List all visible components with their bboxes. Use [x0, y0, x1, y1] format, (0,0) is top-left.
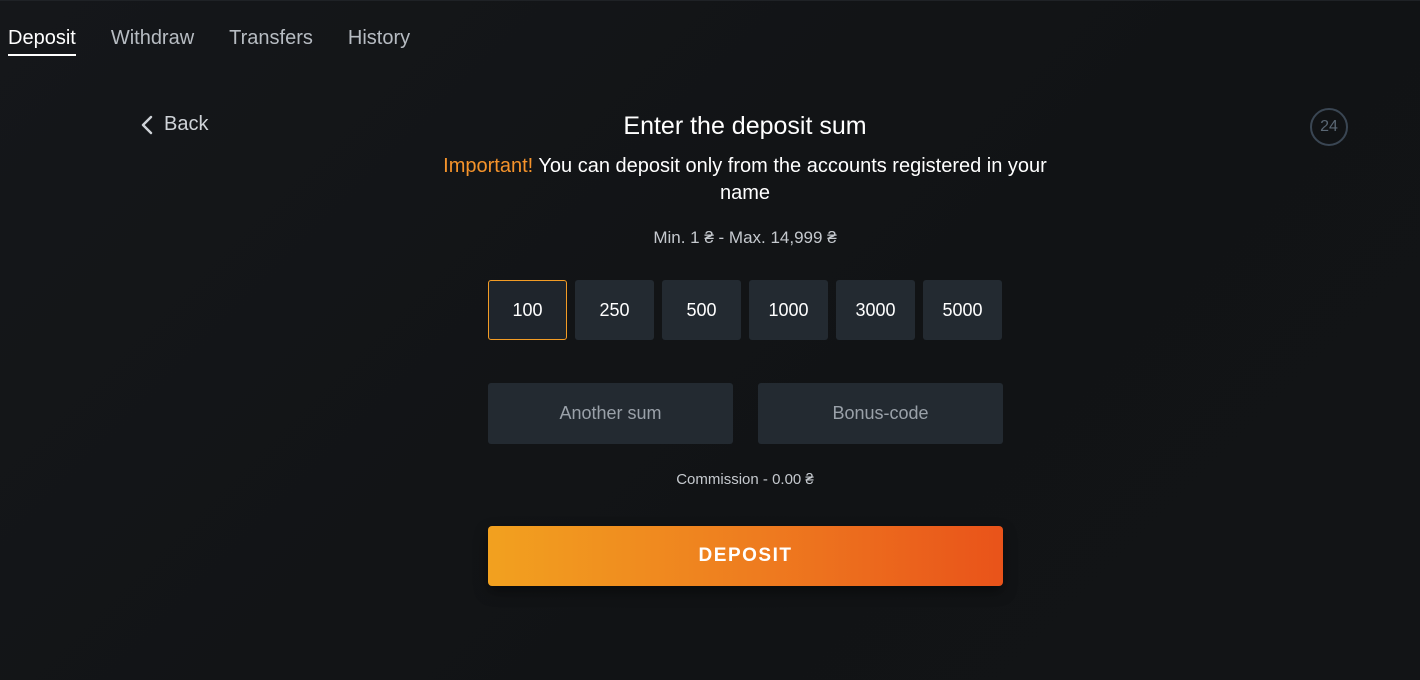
tab-history[interactable]: History: [348, 24, 410, 56]
commission-text: Commission - 0.00 ₴: [676, 471, 814, 488]
deposit-fields: [488, 383, 1003, 444]
deposit-limits: Min. 1 ₴ - Max. 14,999 ₴: [653, 228, 837, 247]
notice-highlight: Important!: [443, 155, 534, 177]
deposit-notice: Important! You can deposit only from the…: [420, 153, 1070, 207]
amount-button-5000[interactable]: 5000: [923, 280, 1002, 340]
bonus-code-input[interactable]: [758, 383, 1003, 444]
amount-button-250[interactable]: 250: [575, 280, 654, 340]
amount-button-3000[interactable]: 3000: [836, 280, 915, 340]
another-sum-input[interactable]: [488, 383, 733, 444]
tab-transfers[interactable]: Transfers: [229, 24, 313, 56]
quick-amounts: 100 250 500 1000 3000 5000: [488, 280, 1002, 340]
tab-deposit[interactable]: Deposit: [8, 24, 76, 56]
deposit-button[interactable]: DEPOSIT: [488, 526, 1003, 586]
cashier-tabs: Deposit Withdraw Transfers History: [8, 24, 410, 56]
amount-button-500[interactable]: 500: [662, 280, 741, 340]
amount-button-1000[interactable]: 1000: [749, 280, 828, 340]
tab-withdraw[interactable]: Withdraw: [111, 24, 194, 56]
notice-text: You can deposit only from the accounts r…: [533, 155, 1047, 204]
top-divider: [0, 0, 1420, 1]
page-title: Enter the deposit sum: [623, 112, 867, 140]
amount-button-100[interactable]: 100: [488, 280, 567, 340]
